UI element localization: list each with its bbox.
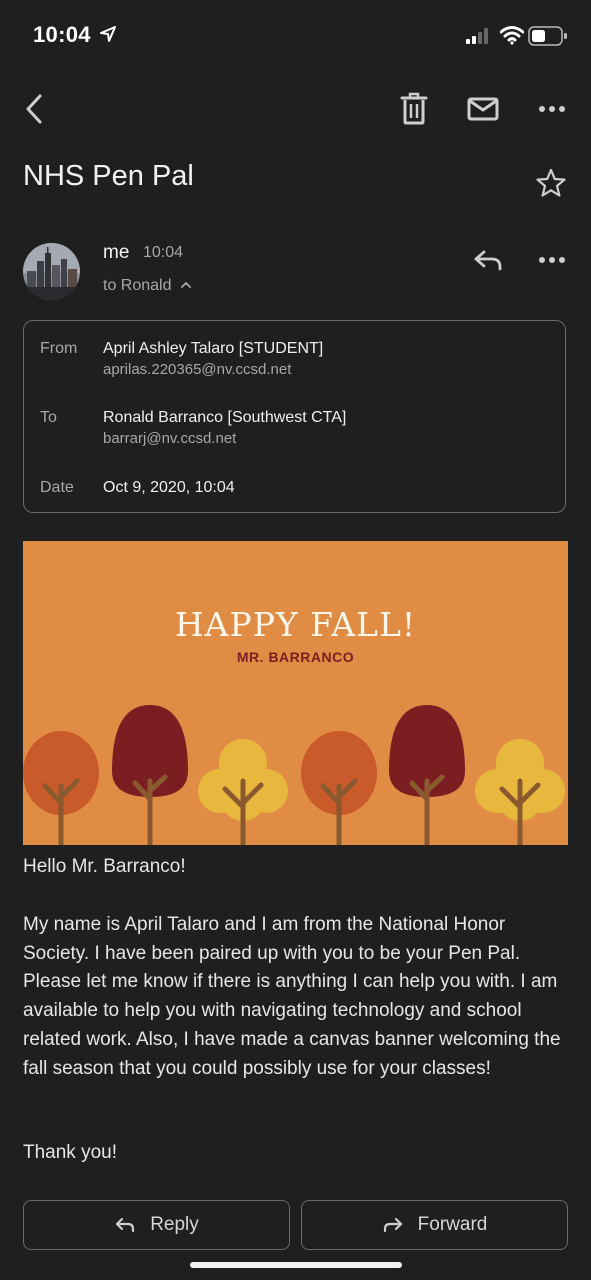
back-icon[interactable]: [20, 92, 50, 126]
home-indicator[interactable]: [190, 1262, 402, 1268]
forward-button[interactable]: Forward: [301, 1200, 568, 1250]
battery-icon: [528, 26, 567, 46]
forward-arrow-icon: [383, 1217, 402, 1233]
from-name: April Ashley Talaro [STUDENT]: [103, 340, 324, 357]
to-email[interactable]: barrarj@nv.ccsd.net: [103, 430, 236, 447]
to-name: Ronald Barranco [Southwest CTA]: [103, 409, 347, 426]
more-icon[interactable]: [536, 96, 568, 122]
from-email[interactable]: aprilas.220365@nv.ccsd.net: [103, 361, 291, 378]
from-label: From: [40, 340, 78, 357]
date-label: Date: [40, 479, 74, 496]
location-arrow-icon: [100, 26, 116, 42]
recipient-summary[interactable]: to Ronald: [103, 277, 192, 295]
email-greeting: Hello Mr. Barranco!: [23, 856, 186, 877]
sender-name: me: [103, 242, 130, 263]
to-label: To: [40, 409, 57, 426]
happy-fall-banner-image: HAPPY FALL! MR. BARRANCO: [23, 541, 568, 845]
wifi-icon: [500, 26, 524, 45]
status-time: 10:04: [33, 22, 91, 47]
email-body-paragraph: My name is April Talaro and I am from th…: [23, 914, 561, 1079]
email-details-panel: From April Ashley Talaro [STUDENT] april…: [23, 320, 566, 513]
chevron-up-icon: [181, 281, 191, 288]
sent-time: 10:04: [143, 244, 184, 261]
date-value: Oct 9, 2020, 10:04: [103, 479, 235, 496]
forward-label: Forward: [417, 1214, 488, 1235]
avatar-city-image: [23, 243, 80, 300]
star-icon[interactable]: [536, 168, 566, 198]
autumn-trees-illustration: [23, 705, 565, 845]
trash-icon[interactable]: [398, 92, 430, 126]
avatar[interactable]: [23, 243, 80, 300]
email-subject: NHS Pen Pal: [23, 160, 194, 192]
reply-arrow-icon: [116, 1217, 135, 1233]
recipient-summary-text: to Ronald: [103, 277, 172, 294]
email-closing: Thank you!: [23, 1142, 117, 1163]
mail-icon[interactable]: [466, 94, 500, 124]
cellular-signal-icon: [466, 28, 488, 44]
message-more-icon[interactable]: [536, 249, 568, 271]
reply-button[interactable]: Reply: [23, 1200, 290, 1250]
reply-label: Reply: [150, 1214, 199, 1235]
reply-icon[interactable]: [472, 247, 504, 273]
